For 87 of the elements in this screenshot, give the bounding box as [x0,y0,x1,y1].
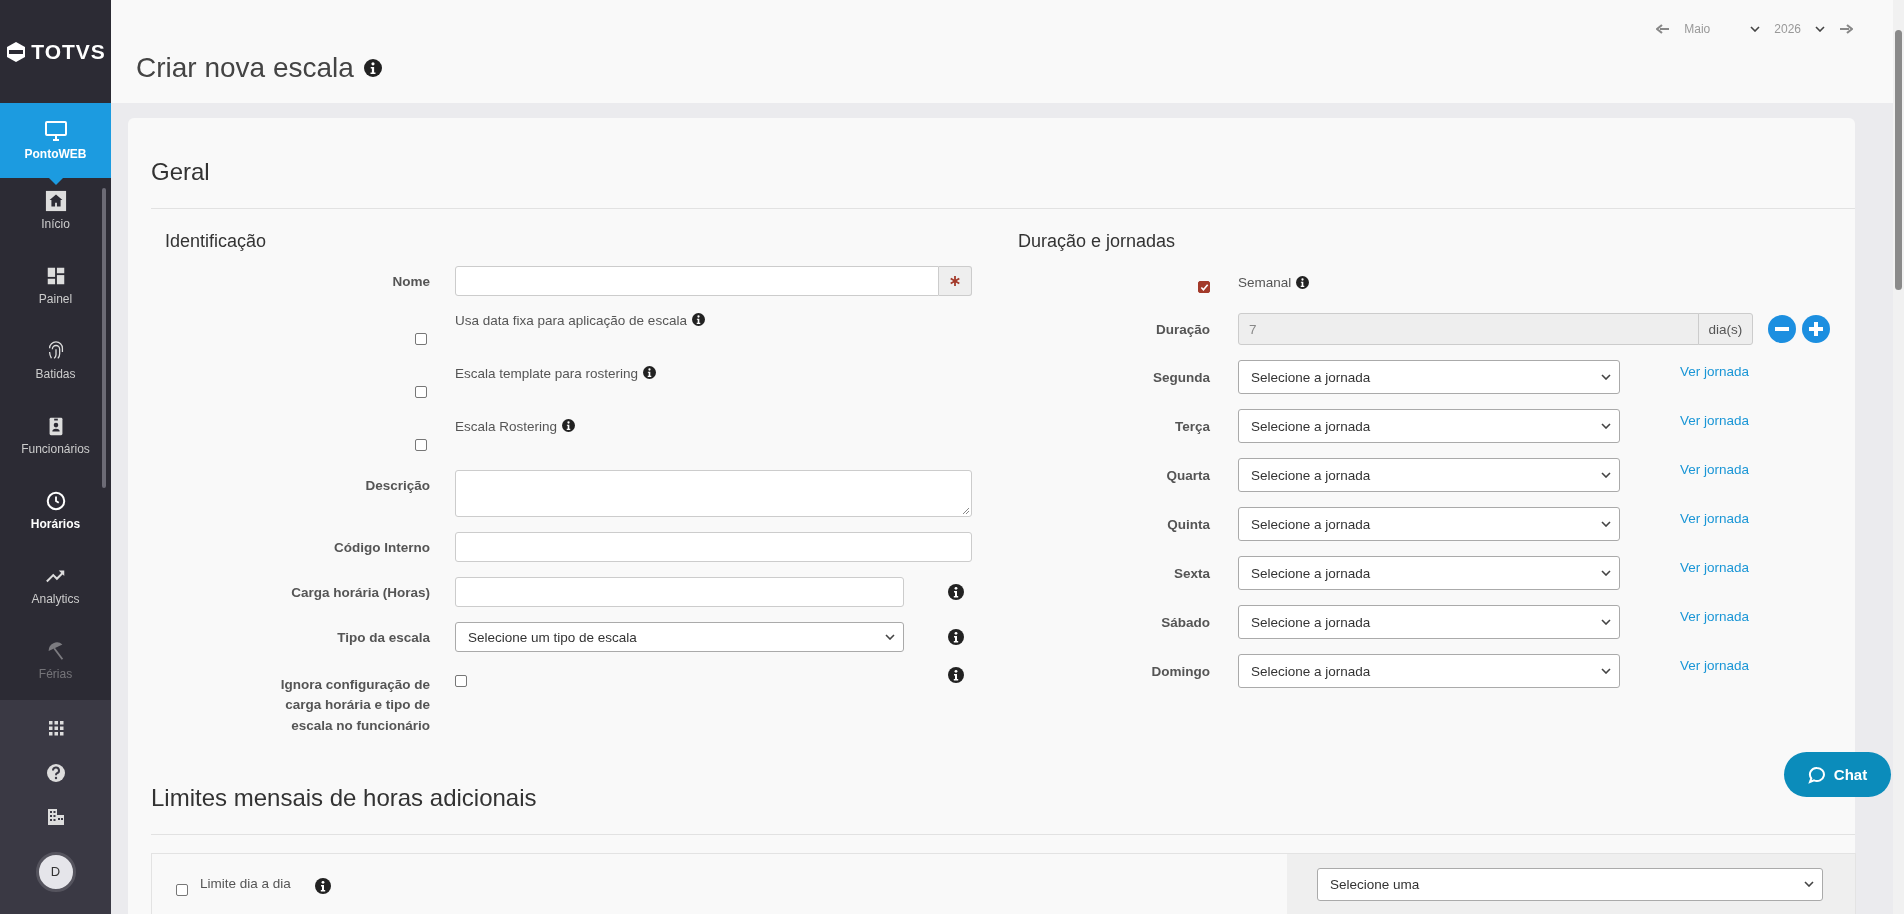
user-avatar[interactable]: D [35,851,76,892]
scrollbar[interactable] [102,188,106,488]
chevron-down-icon [1804,881,1814,888]
info-icon[interactable] [643,366,657,379]
text-input[interactable] [455,532,972,562]
minus-button[interactable] [1768,315,1796,343]
group-title: Identificação [165,231,268,252]
sidebar-item[interactable]: Horários [0,490,111,565]
info-icon[interactable] [948,629,964,645]
resize-grip-icon[interactable] [962,507,969,514]
sidebar-item[interactable]: Painel [0,265,111,340]
home-icon [44,190,67,212]
field-label: Quinta [1166,516,1210,532]
field-label: Carga horária (Horas) [290,584,430,600]
arrow-right-icon[interactable] [1839,24,1853,34]
monitor-icon [44,120,67,141]
info-icon[interactable] [1296,275,1310,289]
name-input[interactable] [455,266,939,296]
chevron-down-icon [885,634,895,640]
plus-button[interactable] [1802,315,1830,343]
chevron-down-icon [1601,570,1611,576]
logo-icon [5,40,28,63]
checkbox[interactable] [455,675,467,687]
help-icon[interactable] [45,762,66,783]
group-title: Duração e jornadas [1018,231,1177,252]
section-title: Geral [151,158,210,186]
building-icon[interactable] [45,807,66,828]
checkbox-label: Escala Rostering [455,419,558,434]
section-title: Limites mensais de horas adicionais [151,783,537,812]
jornada-select[interactable]: Selecione a jornada [1238,507,1620,541]
scrollbar[interactable] [1893,0,1904,914]
field-label: Tipo da escala [336,629,430,645]
unit-addon: dia(s) [1698,313,1753,345]
sidebar-item[interactable]: Batidas [0,340,111,415]
checkbox[interactable] [1198,281,1210,293]
jornada-select[interactable]: Selecione a jornada [1238,360,1620,394]
checkbox-label: Escala template para rostering [455,366,639,381]
sidebar-item[interactable]: Analytics [0,565,111,640]
chevron-down-icon [1601,668,1611,674]
field-label: Sábado [1160,614,1210,630]
field-label: Descrição [364,477,430,493]
info-icon[interactable] [948,584,964,600]
chevron-down-icon [1601,423,1611,429]
info-icon[interactable] [562,419,576,432]
field-label: Código Interno [333,539,430,555]
chevron-down-icon [1601,521,1611,527]
jornada-select[interactable]: Selecione a jornada [1238,458,1620,492]
jornada-select[interactable]: Selecione a jornada [1238,556,1620,590]
type-select[interactable]: Selecione um tipo de escala [455,622,904,652]
chevron-down-icon [1601,374,1611,380]
chevron-down-icon [1601,619,1611,625]
field-label: Ignora configuração de carga horária e tipo de escala no funcionário [279,676,430,735]
checkbox[interactable] [176,883,188,896]
chevron-down-icon [1601,472,1611,478]
checkbox-label: Semanal [1238,274,1292,290]
chat-bubble-icon [1807,765,1826,784]
checkbox[interactable] [415,439,427,451]
chevron-down-icon [1815,26,1825,32]
checkbox[interactable] [415,333,427,345]
jornada-select[interactable]: Selecione a jornada [1238,605,1620,639]
field-label: Quarta [1165,467,1210,483]
chevron-down-icon [1750,26,1761,32]
chat-button[interactable]: Chat [1784,752,1891,797]
checkbox-label: Usa data fixa para aplicação de escala [455,313,687,328]
field-label: Nome [391,273,430,289]
checkbox[interactable] [415,386,427,398]
jornada-select[interactable]: Selecione a jornada [1238,409,1620,443]
jornada-select[interactable]: Selecione a jornada [1238,654,1620,688]
field-label: Sexta [1172,565,1210,581]
field-label: Duração [1154,321,1210,337]
checkbox-label: Limite dia a dia [200,875,291,891]
sidebar-item[interactable]: Funcionários [0,415,111,490]
logo-text: TOTVS [31,39,106,64]
sidebar-item[interactable]: Início [0,190,111,265]
clock-icon [44,490,67,512]
info-icon[interactable] [363,59,382,77]
arrow-left-icon[interactable] [1656,24,1671,34]
field-label: Segunda [1152,369,1210,385]
info-icon[interactable] [314,877,331,894]
page-title: Criar nova escala [136,52,354,84]
info-icon[interactable] [691,313,705,326]
limit-select[interactable]: Selecione uma [1317,867,1823,901]
required-icon [939,266,972,296]
field-label: Terça [1173,418,1210,434]
field-label: Domingo [1150,663,1210,679]
text-input[interactable] [455,577,904,607]
info-icon[interactable] [948,667,964,683]
